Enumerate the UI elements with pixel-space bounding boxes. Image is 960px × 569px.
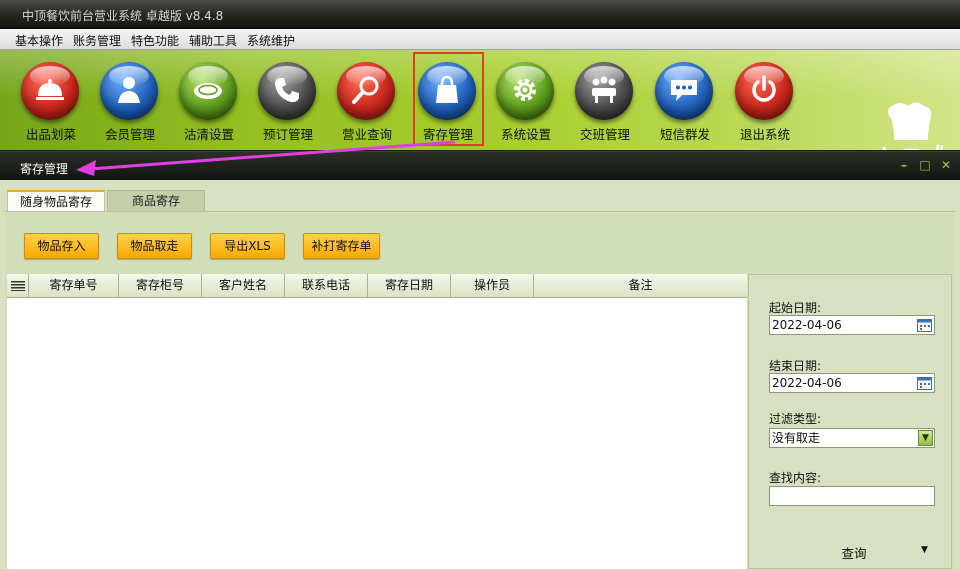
calendar-icon[interactable] bbox=[917, 318, 932, 332]
filter-panel: 起始日期: 2022-04-06 结束日期: 2022-04-06 过滤类型: … bbox=[748, 274, 952, 569]
toolbar-button-booking[interactable]: 预订管理 bbox=[250, 52, 326, 148]
subwindow-title: 寄存管理 bbox=[20, 162, 69, 176]
column-header-receipt-no[interactable]: 寄存单号 bbox=[29, 274, 119, 298]
sms-bubble-icon bbox=[671, 80, 697, 101]
menu-bar: 基本操作 账务管理 特色功能 辅助工具 系统维护 bbox=[0, 29, 960, 50]
column-header-remark[interactable]: 备注 bbox=[534, 274, 747, 298]
magnifier-icon bbox=[352, 76, 379, 104]
start-date-field[interactable]: 2022-04-06 bbox=[769, 315, 935, 335]
reprint-slip-button[interactable]: 补打寄存单 bbox=[303, 233, 380, 259]
toolbar-button-business-query[interactable]: 营业查询 bbox=[329, 52, 405, 148]
app-title: 中顶餐饮前台营业系统 卓越版 v8.4.8 bbox=[22, 9, 224, 23]
telephone-icon bbox=[275, 78, 299, 103]
column-header-operator[interactable]: 操作员 bbox=[451, 274, 534, 298]
gear-icon bbox=[514, 79, 536, 101]
toolbar-label: 退出系统 bbox=[739, 127, 790, 142]
search-label: 查找内容: bbox=[769, 471, 822, 485]
start-date-label: 起始日期: bbox=[769, 301, 822, 315]
menu-accounts[interactable]: 账务管理 bbox=[73, 32, 121, 49]
minimize-icon[interactable]: – bbox=[897, 158, 911, 172]
store-item-button[interactable]: 物品存入 bbox=[24, 233, 99, 259]
close-icon[interactable]: ✕ bbox=[939, 158, 953, 172]
toolbar-button-exit[interactable]: 退出系统 bbox=[727, 52, 803, 148]
column-header-locker-no[interactable]: 寄存柜号 bbox=[119, 274, 202, 298]
export-xls-button[interactable]: 导出XLS bbox=[210, 233, 285, 259]
toolbar-button-sms[interactable]: 短信群发 bbox=[647, 52, 723, 148]
food-cloche-icon bbox=[36, 79, 64, 100]
filter-type-label: 过滤类型: bbox=[769, 412, 822, 426]
filter-type-select[interactable]: 没有取走 ▼ bbox=[769, 428, 935, 448]
member-person-icon bbox=[118, 77, 140, 103]
toolbar-button-settings[interactable]: 系统设置 bbox=[488, 52, 564, 148]
pointer-arrow-icon bbox=[76, 140, 456, 176]
toolbar-label: 交班管理 bbox=[579, 127, 630, 142]
power-icon bbox=[752, 75, 776, 102]
calendar-icon[interactable] bbox=[917, 376, 932, 390]
toolbar-button-member[interactable]: 会员管理 bbox=[92, 52, 168, 148]
query-button[interactable]: 查询 bbox=[809, 543, 899, 562]
toolbar-button-shift[interactable]: 交班管理 bbox=[567, 52, 643, 148]
menu-maintenance[interactable]: 系统维护 bbox=[247, 32, 295, 49]
title-bar: 中顶餐饮前台营业系统 卓越版 v8.4.8 bbox=[0, 0, 960, 29]
empty-plate-icon bbox=[194, 83, 222, 99]
toolbar-button-soldout[interactable]: 沽清设置 bbox=[171, 52, 247, 148]
end-date-label: 结束日期: bbox=[769, 359, 822, 373]
maximize-icon[interactable]: □ bbox=[918, 158, 932, 172]
shift-meeting-icon bbox=[592, 76, 616, 103]
menu-basic-ops[interactable]: 基本操作 bbox=[15, 32, 63, 49]
tab-goods-storage[interactable]: 商品寄存 bbox=[107, 190, 205, 212]
storage-table: 寄存单号 寄存柜号 客户姓名 联系电话 寄存日期 操作员 备注 bbox=[7, 274, 747, 569]
toolbar-label: 短信群发 bbox=[659, 127, 710, 142]
search-input[interactable] bbox=[769, 486, 935, 506]
tab-personal-items[interactable]: 随身物品寄存 bbox=[7, 190, 105, 212]
toolbar-button-dish-serving[interactable]: 出品划菜 bbox=[13, 52, 89, 148]
filter-type-value: 没有取走 bbox=[772, 431, 821, 445]
toolbar-label: 系统设置 bbox=[500, 127, 551, 142]
column-header-phone[interactable]: 联系电话 bbox=[285, 274, 368, 298]
menu-tools[interactable]: 辅助工具 bbox=[189, 32, 237, 49]
end-date-field[interactable]: 2022-04-06 bbox=[769, 373, 935, 393]
chevron-down-icon[interactable]: ▼ bbox=[918, 430, 933, 446]
menu-features[interactable]: 特色功能 bbox=[131, 32, 179, 49]
column-header-date[interactable]: 寄存日期 bbox=[368, 274, 451, 298]
take-item-button[interactable]: 物品取走 bbox=[117, 233, 192, 259]
column-menu-icon[interactable] bbox=[7, 274, 29, 298]
table-header: 寄存单号 寄存柜号 客户姓名 联系电话 寄存日期 操作员 备注 bbox=[7, 274, 747, 298]
column-header-customer[interactable]: 客户姓名 bbox=[202, 274, 285, 298]
chevron-down-icon[interactable]: ▼ bbox=[921, 545, 928, 555]
chef-hat-logo-icon bbox=[882, 102, 943, 150]
storage-highlight-frame bbox=[413, 52, 484, 146]
start-date-value: 2022-04-06 bbox=[772, 318, 842, 332]
end-date-value: 2022-04-06 bbox=[772, 376, 842, 390]
